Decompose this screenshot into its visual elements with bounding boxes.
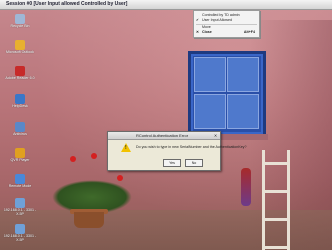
desktop-icon-label: Adobe Reader 6.0 <box>5 76 35 80</box>
desktop-icon-connection[interactable]: 192.168.0.1 - 3301 - X.5P <box>3 198 37 216</box>
ladder-rung <box>262 162 290 165</box>
window-pane <box>194 57 226 92</box>
outlook-icon <box>15 40 25 50</box>
red-flower <box>117 175 123 181</box>
desktop-icon-label: Recycle Bin <box>10 24 30 28</box>
player-icon <box>15 148 25 158</box>
window-pane <box>194 94 226 129</box>
desktop-icon-label: HelpDesk <box>12 104 28 108</box>
connection-icon <box>15 224 25 234</box>
flower-pot <box>74 212 104 228</box>
dialog-close-button[interactable]: ✕ <box>213 133 218 138</box>
red-flower <box>70 156 76 162</box>
menu-item-close[interactable]: ✕ Close Alt+F4 <box>196 30 257 35</box>
recycle-bin-icon <box>15 14 25 24</box>
desktop-icon-label: Antivirus <box>13 132 27 136</box>
desktop-icon-helpdesk[interactable]: HelpDesk <box>3 94 37 108</box>
ladder-rail <box>287 150 290 250</box>
authentication-error-dialog: RControl Authentication Error ✕ ! Do you… <box>107 131 246 171</box>
desktop-icon-player[interactable]: QVR Player <box>3 148 37 162</box>
menu-item-label: Move <box>202 25 211 29</box>
desktop-icon-antivirus[interactable]: Antivirus <box>3 122 37 136</box>
window-pane <box>227 57 259 92</box>
remote-icon <box>15 174 25 184</box>
desktop-icon-label: Remote Mode <box>8 184 32 188</box>
hanging-chilies <box>241 168 251 206</box>
ladder-rail <box>262 150 265 250</box>
desktop-icon-label: Microsoft Outlook <box>6 50 34 54</box>
window-title: Session #0 [User Input allowed Controlle… <box>6 1 128 7</box>
desktop-icon-connection[interactable]: 192.168.0.1 - 3301 - X.5P <box>3 224 37 242</box>
session-context-menu: Controlled by TD admin ✔ User Input Allow… <box>193 10 260 38</box>
menu-item-label: User Input Allowed <box>202 18 232 22</box>
antivirus-icon <box>15 122 25 132</box>
desktop-icon-adobe-reader[interactable]: Adobe Reader 6.0 <box>3 66 37 80</box>
helpdesk-icon <box>15 94 25 104</box>
ladder-rung <box>262 246 290 249</box>
desktop-icon-outlook[interactable]: Microsoft Outlook <box>3 40 37 54</box>
desktop-icon-label: QVR Player <box>10 158 30 162</box>
ladder-rung <box>262 218 290 221</box>
desktop-background[interactable] <box>0 10 332 250</box>
red-flower <box>91 153 97 159</box>
title-bar[interactable]: Session #0 [User Input allowed Controlle… <box>0 0 332 10</box>
remote-session-window: Session #0 [User Input allowed Controlle… <box>0 0 332 250</box>
dialog-message: Do you wish to type in new SerialNumber … <box>136 145 247 149</box>
menu-item-shortcut: Alt+F4 <box>243 30 255 34</box>
desktop-icon-remote[interactable]: Remote Mode <box>3 174 37 188</box>
dialog-title-bar[interactable]: RControl Authentication Error ✕ <box>108 132 220 140</box>
desktop-icon-label: 192.168.0.1 - 3301 - X.5P <box>3 234 37 242</box>
adobe-reader-icon <box>15 66 25 76</box>
desktop-icon-label: 192.168.0.1 - 3301 - X.5P <box>3 208 37 216</box>
yes-button[interactable]: Yes <box>163 159 181 167</box>
menu-item-label: Controlled by TD admin <box>202 13 240 17</box>
no-button[interactable]: No <box>185 159 203 167</box>
ladder <box>262 150 290 250</box>
warning-mark: ! <box>125 145 127 151</box>
connection-icon <box>15 198 25 208</box>
blue-window-image <box>188 51 266 137</box>
desktop-icon-recycle-bin[interactable]: Recycle Bin <box>3 14 37 28</box>
dialog-title: RControl Authentication Error <box>136 133 189 138</box>
window-pane <box>227 94 259 129</box>
ladder-rung <box>262 190 290 193</box>
menu-item-label: Close <box>202 30 212 34</box>
menu-item-user-input-allowed[interactable]: ✔ User Input Allowed <box>196 18 257 23</box>
